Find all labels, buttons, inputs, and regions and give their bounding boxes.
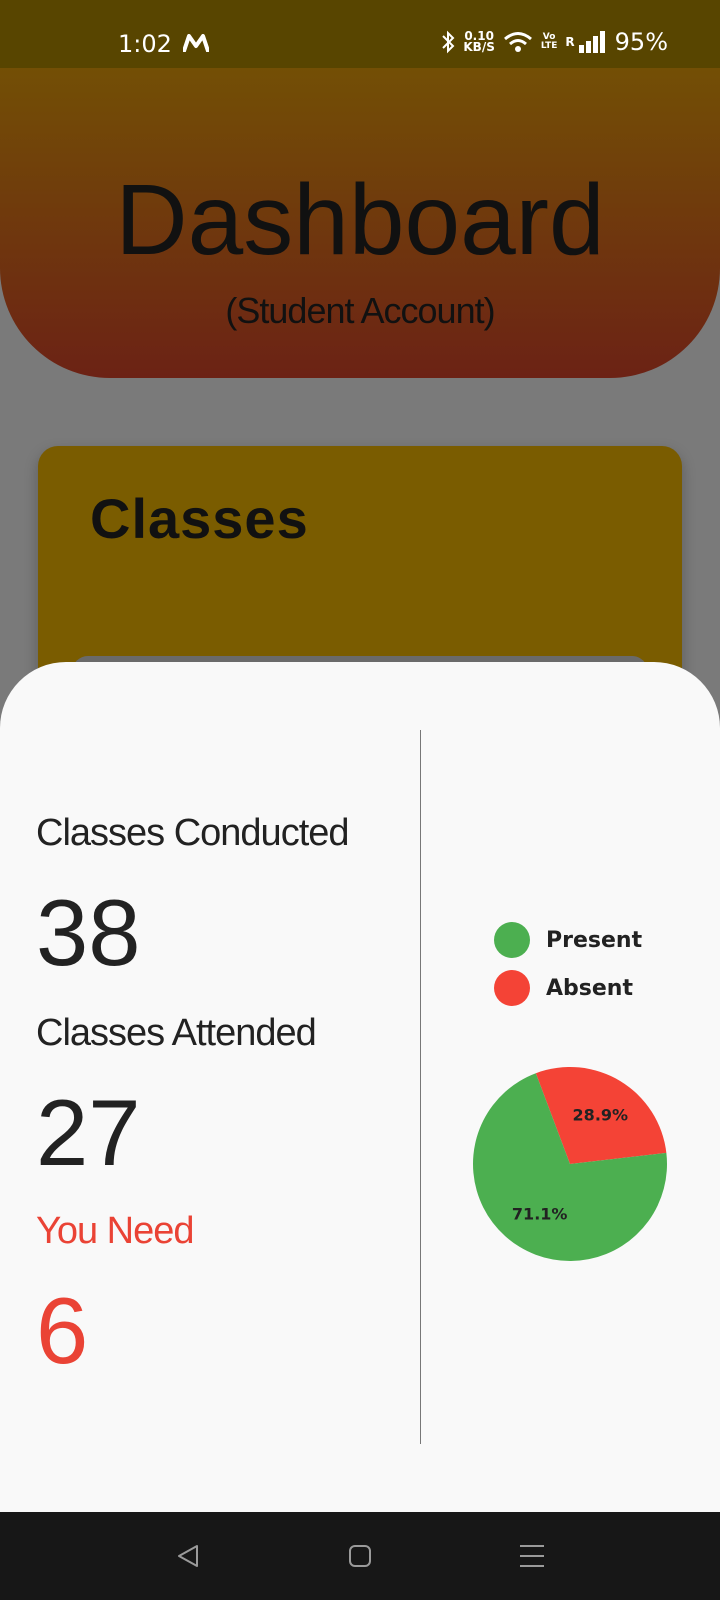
you-need-label: You Need [36, 1210, 195, 1252]
pie-label-present: 71.1% [512, 1205, 568, 1224]
attendance-pie-chart: 28.9% 71.1% [473, 1067, 667, 1261]
you-need-value: 6 [36, 1278, 89, 1383]
classes-conducted-value: 38 [36, 880, 141, 985]
home-button[interactable] [340, 1536, 380, 1576]
page-title: Dashboard [115, 164, 605, 276]
status-bar: 1:02 0.10 KB/S Vo LTE R 95% [0, 0, 720, 68]
status-icons: 0.10 KB/S Vo LTE R 95% [441, 28, 668, 56]
chart-legend: Present Absent [494, 916, 642, 1012]
roaming-indicator: R [565, 35, 575, 49]
legend-label-absent: Absent [546, 975, 633, 1001]
screen: 1:02 0.10 KB/S Vo LTE R 95% Dashboard (S… [0, 0, 720, 1600]
m-logo-icon [183, 34, 209, 52]
back-button[interactable] [168, 1536, 208, 1576]
legend-item-absent[interactable]: Absent [494, 964, 642, 1012]
status-time: 1:02 [118, 30, 172, 58]
classes-attended-label: Classes Attended [36, 1012, 317, 1054]
present-dot-icon [494, 922, 530, 958]
classes-card-title: Classes [90, 487, 309, 550]
vertical-divider [420, 730, 421, 1444]
volte-badge: Vo LTE [541, 33, 558, 51]
dashboard-header: Dashboard (Student Account) [0, 68, 720, 378]
battery-percent: 95% [614, 28, 668, 56]
volte-bottom: LTE [540, 41, 558, 51]
classes-attended-value: 27 [36, 1080, 141, 1185]
recents-button[interactable] [512, 1536, 552, 1576]
attendance-bottom-sheet: Classes Conducted 38 Classes Attended 27… [0, 662, 720, 1512]
page-subtitle: (Student Account) [225, 290, 495, 331]
menu-lines-icon [520, 1545, 544, 1567]
legend-label-present: Present [546, 927, 643, 953]
net-speed-unit: KB/S [463, 40, 495, 54]
signal-icon [578, 31, 605, 53]
wifi-icon [503, 32, 532, 52]
pie-label-absent: 28.9% [573, 1105, 629, 1124]
back-triangle-icon [178, 1545, 198, 1567]
absent-dot-icon [494, 970, 530, 1006]
classes-conducted-label: Classes Conducted [36, 812, 350, 854]
navigation-bar [0, 1512, 720, 1600]
net-speed: 0.10 KB/S [463, 30, 495, 54]
bluetooth-icon [442, 30, 455, 54]
home-square-icon [349, 1545, 371, 1567]
legend-item-present[interactable]: Present [494, 916, 642, 964]
